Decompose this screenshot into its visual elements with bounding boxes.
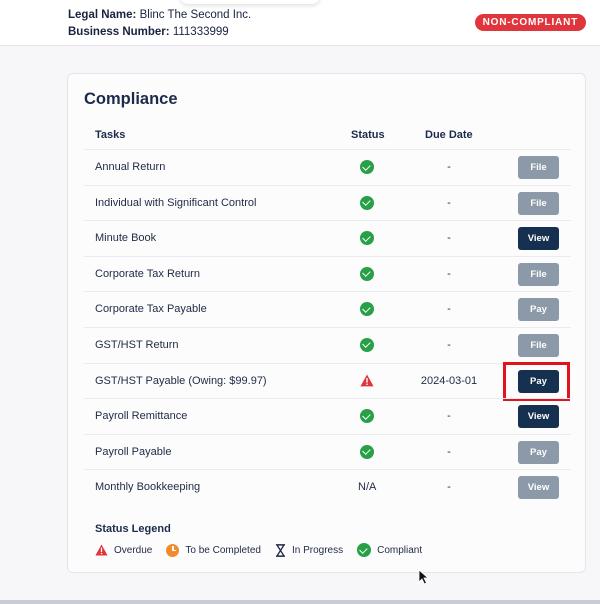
check-icon (357, 543, 372, 557)
status-badge: NON-COMPLIANT (474, 14, 586, 31)
column-header-status: Status (351, 129, 385, 141)
warning-icon (360, 374, 374, 388)
due-date: - (447, 161, 451, 173)
legend-item-compliant: Compliant (357, 543, 422, 557)
file-button[interactable]: File (518, 191, 559, 215)
file-button[interactable]: File (518, 333, 559, 357)
status-text: N/A (358, 481, 377, 494)
compliance-table: Annual Return - File Individual with Sig… (84, 149, 571, 505)
pay-button[interactable]: Pay (518, 369, 559, 393)
due-date: - (447, 196, 451, 209)
hourglass-icon (275, 543, 286, 557)
due-date: - (447, 338, 451, 351)
warning-icon (95, 544, 108, 556)
legal-name-label: Legal Name: (68, 9, 137, 21)
task-name: GST/HST Payable (Owing: $99.97) (95, 374, 267, 387)
legend-item-to-be-completed: To be Completed (166, 543, 261, 557)
legend-title: Status Legend (95, 523, 171, 535)
legend-label: In Progress (291, 544, 344, 556)
task-name: Individual with Significant Control (95, 196, 257, 209)
table-row: Corporate Tax Payable - Pay (84, 291, 571, 327)
check-icon (360, 337, 374, 352)
legal-name-line: Legal Name: Blinc The Second Inc. (68, 9, 251, 21)
due-date: - (447, 303, 451, 316)
task-name: Corporate Tax Payable (95, 303, 207, 316)
compliance-card: Compliance Tasks Status Due Date Annual … (67, 73, 586, 573)
legend-item-overdue: Overdue (95, 544, 152, 556)
company-header: Legal Name: Blinc The Second Inc. Busine… (0, 0, 600, 46)
table-row: Minute Book - View (84, 220, 571, 256)
business-number-value: 111333999 (172, 26, 229, 38)
due-date: - (447, 445, 451, 458)
business-number-line: Business Number: 111333999 (68, 26, 229, 38)
check-icon (360, 444, 374, 459)
check-icon (360, 409, 374, 424)
table-row: GST/HST Return - File (84, 326, 571, 363)
file-button[interactable]: File (518, 262, 559, 286)
window-bottom-edge (0, 600, 600, 604)
table-row: Annual Return - File (84, 149, 571, 185)
column-header-due-date: Due Date (425, 129, 473, 141)
legend-label: To be Completed (185, 544, 261, 556)
table-row: Payroll Payable - Pay (84, 433, 571, 470)
legend-item-in-progress: In Progress (275, 543, 344, 557)
task-name: Payroll Payable (95, 445, 172, 458)
mouse-cursor-icon (418, 569, 430, 585)
table-row: GST/HST Payable (Owing: $99.97) 2024-03-… (84, 361, 571, 401)
due-date: 2024-03-01 (420, 374, 478, 387)
legal-name-value: Blinc The Second Inc. (139, 9, 252, 21)
task-name: Minute Book (95, 232, 157, 245)
pay-button[interactable]: Pay (518, 440, 559, 464)
file-button[interactable]: File (518, 156, 559, 179)
business-number-label: Business Number: (68, 26, 170, 38)
check-icon (360, 302, 374, 317)
task-name: Corporate Tax Return (95, 267, 200, 280)
task-name: Payroll Remittance (95, 410, 188, 423)
table-row: Corporate Tax Return - File (84, 255, 571, 292)
due-date: - (447, 410, 451, 423)
check-icon (360, 231, 374, 246)
page-title: Compliance (84, 90, 178, 108)
table-row: Payroll Remittance - View (84, 398, 571, 434)
check-icon (360, 195, 374, 210)
check-icon (360, 266, 374, 281)
task-name: GST/HST Return (95, 338, 179, 351)
task-name: Monthly Bookkeeping (95, 481, 201, 494)
view-button[interactable]: View (518, 405, 559, 429)
view-button[interactable]: View (518, 227, 559, 251)
view-button[interactable]: View (518, 476, 559, 500)
status-legend: Overdue To be Completed In Progress Comp… (95, 543, 436, 557)
task-name: Annual Return (95, 161, 166, 173)
due-date: - (447, 267, 451, 280)
legend-label: Overdue (114, 544, 153, 556)
pay-button[interactable]: Pay (518, 298, 559, 322)
dropdown-menu-edge (180, 0, 320, 4)
due-date: - (447, 481, 451, 494)
check-icon (360, 160, 374, 174)
column-header-tasks: Tasks (95, 129, 126, 141)
due-date: - (447, 232, 451, 245)
clock-icon (166, 543, 180, 557)
legend-label: Compliant (377, 544, 423, 556)
table-row: Monthly Bookkeeping N/A - View (84, 469, 571, 505)
table-row: Individual with Significant Control - Fi… (84, 184, 571, 221)
